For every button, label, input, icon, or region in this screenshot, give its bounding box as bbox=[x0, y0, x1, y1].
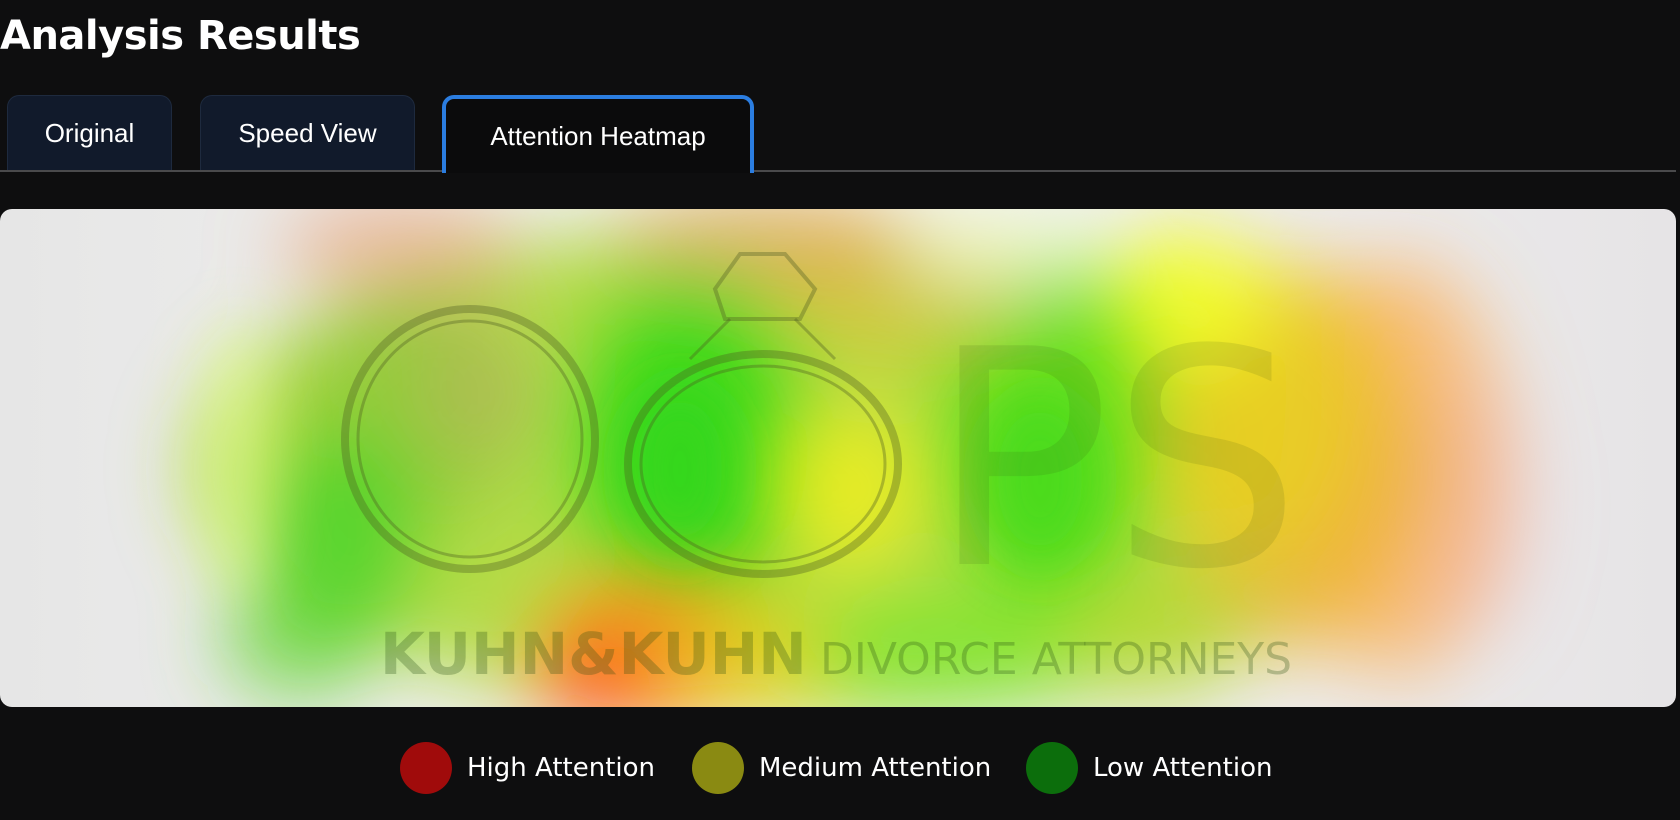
tab-original-label: Original bbox=[44, 117, 135, 148]
legend: High Attention Medium Attention Low Atte… bbox=[0, 738, 1680, 798]
tab-divider bbox=[0, 170, 1676, 172]
heatmap-image: PS KUHN&KUHN DIVORCE ATTORNEYS bbox=[0, 209, 1676, 707]
page-title: Analysis Results bbox=[0, 13, 361, 59]
tagline-text: DIVORCE ATTORNEYS bbox=[820, 634, 1292, 685]
logo-text: PS bbox=[930, 286, 1301, 635]
legend-dot-medium bbox=[692, 742, 744, 794]
legend-item-high: High Attention bbox=[400, 742, 655, 794]
tab-attention-heatmap[interactable]: Attention Heatmap bbox=[442, 95, 754, 173]
legend-item-medium: Medium Attention bbox=[692, 742, 991, 794]
legend-dot-low bbox=[1026, 742, 1078, 794]
legend-label-low: Low Attention bbox=[1093, 753, 1273, 783]
legend-item-low: Low Attention bbox=[1026, 742, 1272, 794]
legend-label-medium: Medium Attention bbox=[759, 753, 992, 783]
legend-label-high: High Attention bbox=[467, 753, 656, 783]
tab-speed-view-label: Speed View bbox=[238, 117, 377, 148]
tab-original[interactable]: Original bbox=[7, 95, 172, 170]
tab-bar: Original Speed View Attention Heatmap bbox=[0, 95, 1676, 173]
tab-speed-view[interactable]: Speed View bbox=[200, 95, 415, 170]
brand-text: KUHN&KUHN bbox=[380, 620, 807, 688]
legend-dot-high bbox=[400, 742, 452, 794]
tab-attention-heatmap-label: Attention Heatmap bbox=[490, 120, 706, 151]
